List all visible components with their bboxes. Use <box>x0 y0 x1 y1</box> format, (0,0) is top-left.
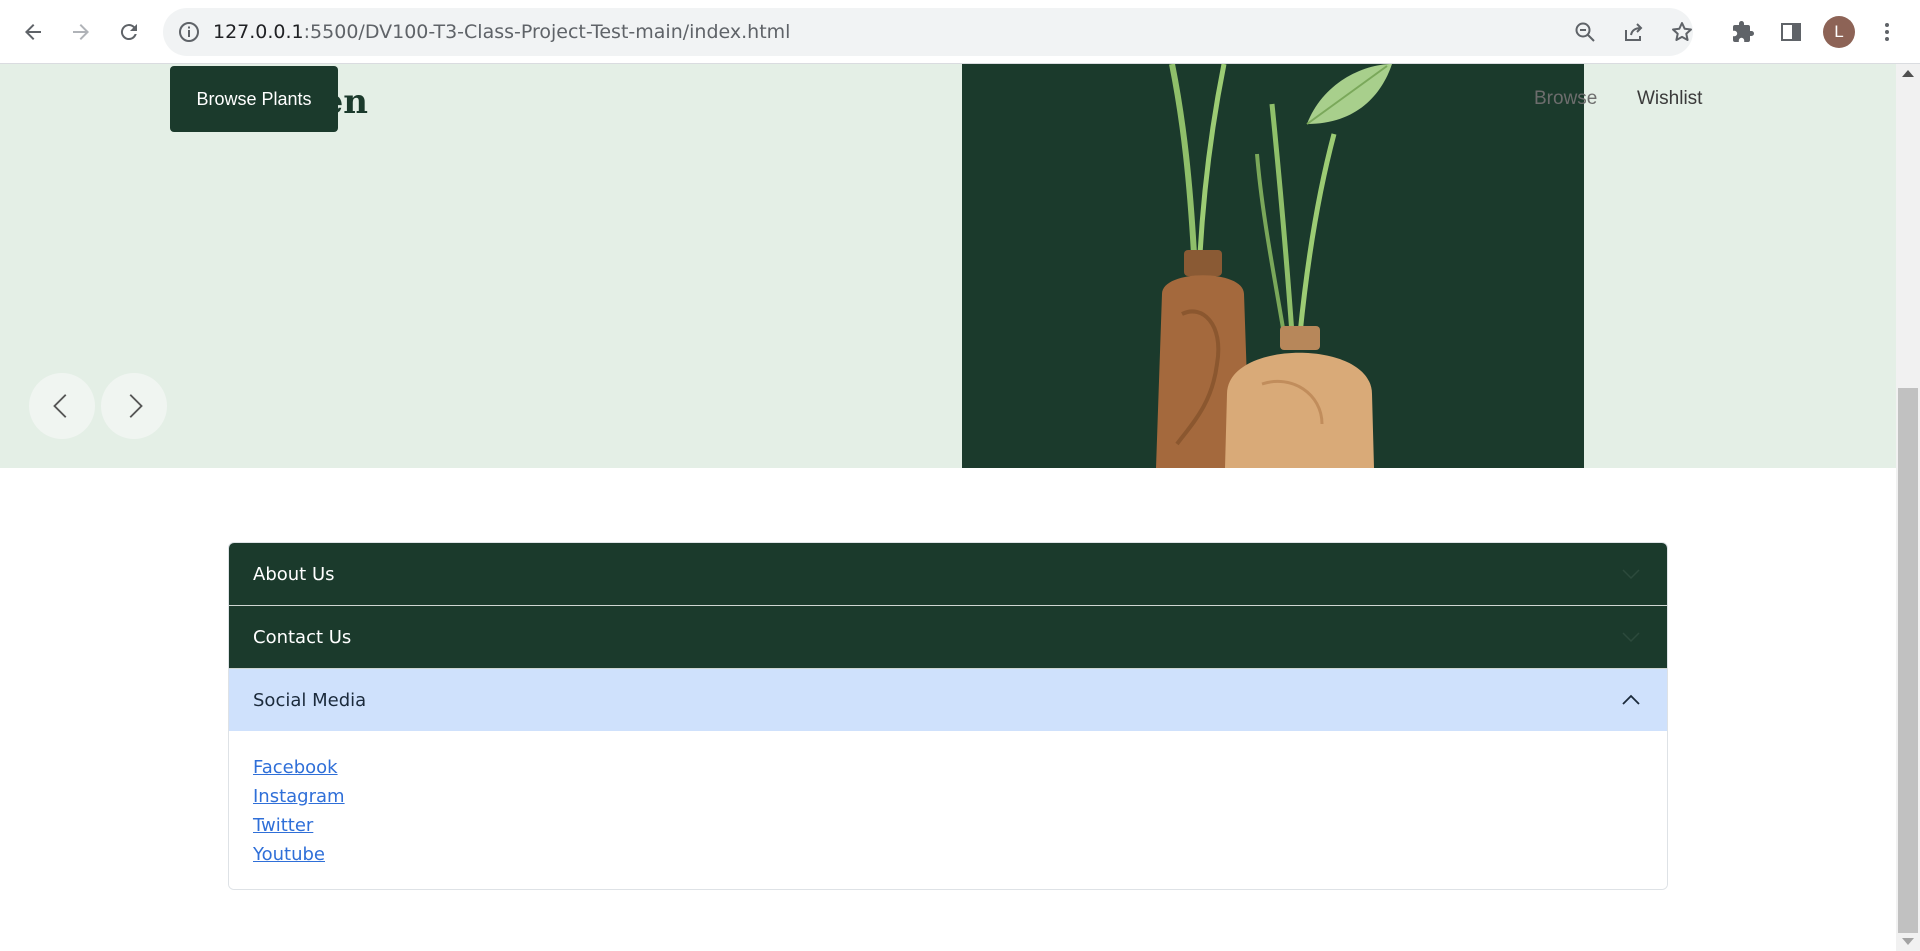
accordion-label: Contact Us <box>253 626 352 648</box>
vertical-scrollbar[interactable] <box>1896 64 1920 951</box>
nav-link-browse[interactable]: Browse <box>1534 88 1597 110</box>
youtube-link[interactable]: Youtube <box>253 840 1643 869</box>
browse-plants-button[interactable]: Browse Plants <box>170 66 338 132</box>
twitter-link[interactable]: Twitter <box>253 811 1643 840</box>
carousel-next-button[interactable] <box>101 373 167 439</box>
hero-carousel: een Browse Plants Browse Wishlist <box>0 64 1896 468</box>
back-icon <box>25 24 41 40</box>
share-icon[interactable] <box>1622 20 1646 44</box>
address-bar[interactable]: 127.0.0.1:5500/DV100-T3-Class-Project-Te… <box>163 8 1693 56</box>
browser-toolbar: 127.0.0.1:5500/DV100-T3-Class-Project-Te… <box>0 0 1920 64</box>
chevron-down-icon <box>1622 632 1640 643</box>
chevron-up-icon <box>1622 694 1640 705</box>
back-button[interactable] <box>13 12 53 52</box>
accordion-header-social-media[interactable]: Social Media <box>229 669 1667 731</box>
accordion-label: Social Media <box>253 689 367 711</box>
carousel-prev-button[interactable] <box>29 373 95 439</box>
chevron-right-icon <box>129 394 143 418</box>
instagram-link[interactable]: Instagram <box>253 782 1643 811</box>
hero-plant-image <box>962 64 1584 468</box>
url-host: 127.0.0.1 <box>213 21 304 43</box>
extensions-icon[interactable] <box>1731 20 1755 44</box>
forward-icon <box>73 24 89 40</box>
chevron-left-icon <box>53 394 67 418</box>
nav-link-wishlist[interactable]: Wishlist <box>1637 88 1702 110</box>
page-viewport: een Browse Plants Browse Wishlist About … <box>0 64 1896 951</box>
footer-accordion: About Us Contact Us Social Media Faceboo… <box>228 542 1668 890</box>
kebab-menu-icon[interactable] <box>1875 20 1899 44</box>
url-text[interactable]: 127.0.0.1:5500/DV100-T3-Class-Project-Te… <box>213 20 790 44</box>
accordion-header-contact-us[interactable]: Contact Us <box>229 606 1667 669</box>
reload-button[interactable] <box>109 12 149 52</box>
star-icon[interactable] <box>1670 20 1694 44</box>
zoom-out-icon[interactable] <box>1573 20 1597 44</box>
forward-button[interactable] <box>61 12 101 52</box>
profile-avatar[interactable]: L <box>1823 16 1855 48</box>
side-panel-icon[interactable] <box>1779 20 1803 44</box>
scrollbar-thumb[interactable] <box>1898 388 1918 933</box>
accordion-header-about-us[interactable]: About Us <box>229 543 1667 606</box>
scroll-up-arrow-icon[interactable] <box>1902 70 1914 77</box>
reload-icon <box>120 24 137 41</box>
scroll-down-arrow-icon[interactable] <box>1902 938 1914 945</box>
chevron-down-icon <box>1622 569 1640 580</box>
url-path: :5500/DV100-T3-Class-Project-Test-main/i… <box>303 21 791 43</box>
info-icon[interactable] <box>177 20 201 44</box>
facebook-link[interactable]: Facebook <box>253 753 1643 782</box>
accordion-body-social-media: Facebook Instagram Twitter Youtube <box>229 731 1667 889</box>
accordion-label: About Us <box>253 563 335 585</box>
